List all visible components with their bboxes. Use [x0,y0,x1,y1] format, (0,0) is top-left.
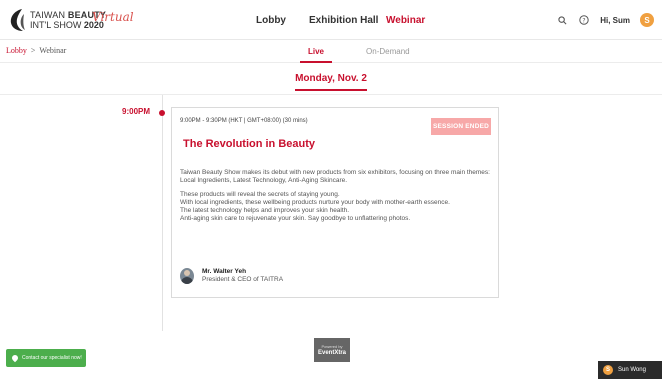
timeline-time: 9:00PM [122,107,151,116]
tab-on-demand[interactable]: On-Demand [358,41,418,63]
nav-webinar[interactable]: Webinar [386,0,425,40]
webinar-tabs: Live On-Demand [300,41,418,63]
svg-text:?: ? [583,17,586,24]
logo-virtual: Virtual [92,10,134,24]
sub-navigation: Lobby > Webinar Live On-Demand [0,41,662,63]
session-description: Taiwan Beauty Show makes its debut with … [180,169,490,223]
contact-specialist-button[interactable]: Contact our specialist now! [6,349,86,367]
breadcrumb-separator: > [30,46,36,55]
description-line-3: With local ingredients, these wellbeing … [180,199,450,206]
powered-by-label: Powered by [321,344,343,349]
description-line-4: The latest technology helps and improves… [180,207,350,214]
logo-mark-icon [8,8,26,32]
divider [0,94,662,95]
session-title[interactable]: The Revolution in Beauty [183,138,315,150]
logo-line2-prefix: INT'L SHOW [30,20,84,30]
header-user-area: ? Hi, Sum S [556,10,654,30]
speaker-avatar [180,268,194,284]
description-line-2: These products will reveal the secrets o… [180,191,340,198]
tab-live[interactable]: Live [300,41,333,63]
speaker-role: President & CEO of TAITRA [202,276,284,283]
search-icon[interactable] [556,14,568,26]
description-line-5: Anti-aging skin care to rejuvenate your … [180,215,411,222]
user-avatar[interactable]: S [640,13,654,27]
nav-lobby[interactable]: Lobby [256,0,286,40]
date-tab[interactable]: Monday, Nov. 2 [295,73,367,91]
speaker-name: Mr. Walter Yeh [202,268,247,275]
timeline-line [162,95,163,331]
breadcrumb-lobby[interactable]: Lobby [6,46,27,55]
powered-by-badge[interactable]: Powered by EventXtra [314,338,350,362]
date-selector: Monday, Nov. 2 [0,68,662,91]
timeline-dot [159,110,165,116]
location-pin-icon [10,353,20,363]
logo[interactable]: TAIWAN BEAUTY INT'L SHOW 2020 Virtual [8,7,134,33]
speaker-info: Mr. Walter Yeh President & CEO of TAITRA [202,268,283,284]
session-ended-badge: SESSION ENDED [431,118,491,135]
chat-avatar: S [603,365,613,375]
top-header: TAIWAN BEAUTY INT'L SHOW 2020 Virtual Lo… [0,0,662,40]
session-time-range: 9:00PM - 9:30PM (HKT | GMT+08:00) (30 mi… [180,118,308,124]
breadcrumb: Lobby > Webinar [6,46,66,55]
breadcrumb-current: Webinar [39,46,67,55]
speaker: Mr. Walter Yeh President & CEO of TAITRA [180,268,283,284]
chat-user-name: Sun Wong [618,367,646,373]
description-paragraph-1: Taiwan Beauty Show makes its debut with … [180,169,490,184]
user-greeting[interactable]: Hi, Sum [600,16,630,25]
contact-specialist-label: Contact our specialist now! [22,355,82,361]
logo-line1-prefix: TAIWAN [30,10,68,20]
nav-exhibition-hall[interactable]: Exhibition Hall [309,0,378,40]
help-icon[interactable]: ? [578,14,590,26]
powered-by-brand: EventXtra [317,350,346,356]
chat-bar[interactable]: S Sun Wong [598,361,662,379]
session-card[interactable]: 9:00PM - 9:30PM (HKT | GMT+08:00) (30 mi… [171,107,499,298]
